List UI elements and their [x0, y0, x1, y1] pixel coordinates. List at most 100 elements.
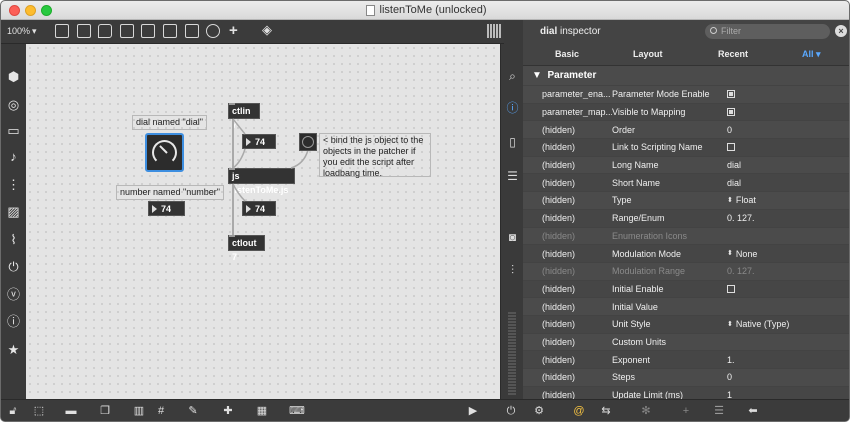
inspector-row[interactable]: parameter_map... Visible to Mapping	[523, 102, 849, 121]
book-icon[interactable]: ▯	[505, 135, 520, 150]
comment-number[interactable]: number named "number"	[116, 185, 224, 200]
list-icon[interactable]: ☰	[505, 169, 520, 184]
music-note-icon[interactable]: ♪	[6, 149, 21, 164]
paint-bucket-icon[interactable]: ◈	[262, 22, 272, 38]
inspector-row[interactable]: (hidden) Steps 0	[523, 368, 849, 386]
inspector-row[interactable]: (hidden) Exponent 1.	[523, 350, 849, 368]
comment-icon[interactable]: ▬	[64, 405, 78, 418]
attribute-value[interactable]: ⬍ Native (Type)	[727, 319, 849, 329]
star-icon[interactable]: ★	[6, 342, 21, 357]
inspector-row[interactable]: parameter_ena... Parameter Mode Enable	[523, 85, 849, 103]
inspector-row[interactable]: (hidden) Initial Enable	[523, 279, 849, 298]
piano-icon[interactable]: ▦	[255, 405, 269, 418]
number-box-js[interactable]: 74	[242, 201, 276, 216]
menu-icon[interactable]: ☰	[712, 405, 726, 418]
new-toggle-icon[interactable]	[120, 24, 134, 38]
gear-icon[interactable]: ⚙	[532, 405, 546, 418]
image-icon[interactable]: ▨	[6, 204, 21, 219]
new-dial-icon[interactable]	[206, 24, 220, 38]
inspector-row[interactable]: (hidden) Custom Units	[523, 332, 849, 351]
ctlout-object[interactable]: ctlout 7	[228, 235, 265, 262]
power-icon[interactable]: ⏻	[504, 405, 518, 418]
plug-icon[interactable]: ⏻	[6, 259, 21, 274]
inspector-row[interactable]: (hidden) Unit Style ⬍ Native (Type)	[523, 314, 849, 333]
inspector-row[interactable]: (hidden) Modulation Range 0. 127.	[523, 261, 849, 280]
compare-icon[interactable]: ⇆	[599, 405, 613, 418]
search-icon[interactable]: ⌕	[505, 69, 520, 84]
number-box-named[interactable]: 74	[148, 201, 185, 216]
new-slider-icon[interactable]	[163, 24, 177, 38]
comment-bind[interactable]: < bind the js object to the objects in t…	[319, 133, 431, 178]
attribute-value[interactable]: 1.	[727, 355, 849, 365]
inspector-row[interactable]: (hidden) Order 0	[523, 120, 849, 139]
tab-basic[interactable]: Basic	[555, 49, 579, 59]
zoom-menu[interactable]: 100%	[7, 26, 30, 36]
grid-palette-icon[interactable]	[487, 24, 501, 38]
inspector-row[interactable]: (hidden) Short Name dial	[523, 173, 849, 192]
lock-icon[interactable]: 🔓︎	[6, 405, 20, 418]
checkbox[interactable]	[727, 90, 735, 99]
new-button-icon[interactable]	[141, 24, 155, 38]
close-icon[interactable]: ×	[835, 25, 847, 37]
info-icon[interactable]: ⓘ	[505, 101, 520, 116]
clip-icon[interactable]: ▭	[6, 123, 21, 138]
js-object[interactable]: js listenToMe.js	[228, 168, 295, 195]
comment-dial[interactable]: dial named "dial"	[132, 115, 207, 130]
at-icon[interactable]: @	[572, 405, 586, 418]
attribute-value[interactable]: dial	[727, 178, 849, 188]
dial-control[interactable]	[145, 133, 184, 172]
tab-layout[interactable]: Layout	[633, 49, 663, 59]
wand-icon[interactable]: ✎	[186, 405, 200, 418]
presentation-icon[interactable]: ⬚	[32, 405, 46, 418]
attribute-value[interactable]: 0	[727, 125, 849, 135]
inspector-row[interactable]: (hidden) Initial Value	[523, 297, 849, 315]
attribute-value[interactable]: dial	[727, 160, 849, 170]
attribute-value[interactable]: ⬍ Float	[727, 195, 849, 205]
grid-icon[interactable]: #	[154, 405, 168, 418]
zoom-window-button[interactable]	[41, 5, 52, 16]
keyboard-icon[interactable]: ⌨	[289, 405, 305, 418]
tab-recent[interactable]: Recent	[718, 49, 748, 59]
cube-icon[interactable]: ⬢	[6, 69, 21, 84]
checkbox[interactable]	[727, 108, 735, 117]
filter-input[interactable]: Filter	[705, 24, 830, 39]
mixer-icon[interactable]: ⫶	[505, 263, 520, 278]
checkbox[interactable]	[727, 284, 735, 293]
new-object-icon[interactable]	[55, 24, 69, 38]
attribute-value[interactable]	[727, 143, 849, 152]
close-window-button[interactable]	[9, 5, 20, 16]
align-icon[interactable]: ▥	[132, 405, 146, 418]
attribute-value[interactable]: 0	[727, 372, 849, 382]
inspector-row[interactable]: (hidden) Range/Enum 0. 127.	[523, 208, 849, 227]
new-message-icon[interactable]	[77, 24, 91, 38]
tab-all[interactable]: All ▾	[802, 49, 821, 60]
wrench-icon[interactable]: ✚	[221, 405, 235, 418]
inspector-row[interactable]: (hidden) Modulation Mode ⬍ None	[523, 244, 849, 262]
inspector-row[interactable]: (hidden) Long Name dial	[523, 155, 849, 174]
section-header[interactable]: ▼ Parameter	[523, 67, 849, 85]
new-comment-icon[interactable]	[98, 24, 112, 38]
add-object-icon[interactable]: +	[229, 22, 238, 39]
play-icon[interactable]: ▶	[466, 405, 480, 418]
back-arrow-icon[interactable]: ⬅	[746, 405, 760, 418]
package-v-icon[interactable]: ⓥ	[6, 287, 21, 302]
attribute-value[interactable]: ⬍ None	[727, 249, 849, 259]
small-dial-control[interactable]	[299, 133, 317, 151]
attribute-value[interactable]	[727, 284, 849, 293]
target-icon[interactable]: ◎	[6, 97, 21, 112]
package-i-icon[interactable]: ⓘ	[6, 314, 21, 329]
sequence-icon[interactable]: ⋮	[6, 177, 21, 192]
camera-icon[interactable]: ◙	[505, 230, 520, 245]
minimize-window-button[interactable]	[25, 5, 36, 16]
inspector-row[interactable]: (hidden) Link to Scripting Name	[523, 138, 849, 156]
ctlin-object[interactable]: ctlin 7	[228, 103, 260, 130]
attribute-value[interactable]	[727, 90, 849, 99]
paperclip-icon[interactable]: ⌇	[6, 232, 21, 247]
windows-icon[interactable]: ❐	[98, 405, 112, 418]
patcher-canvas[interactable]: dial named "dial" number named "number" …	[26, 44, 500, 399]
number-box-ctlin[interactable]: 74	[242, 134, 276, 149]
new-panel-icon[interactable]	[185, 24, 199, 38]
attribute-value[interactable]	[727, 108, 849, 117]
checkbox[interactable]	[727, 143, 735, 152]
inspector-row[interactable]: (hidden) Enumeration Icons	[523, 226, 849, 245]
